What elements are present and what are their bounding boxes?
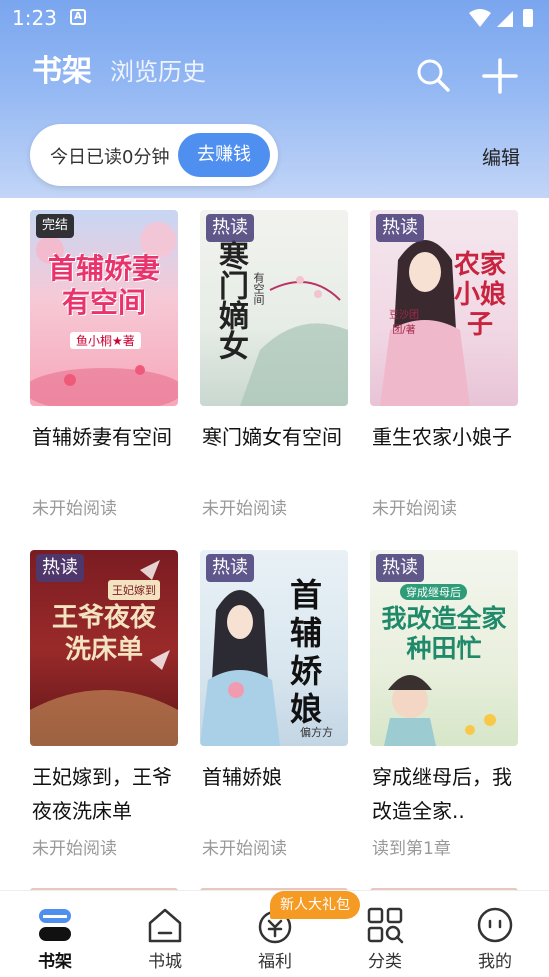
book-title: 重生农家小娘子 [372,425,512,449]
book-cover[interactable]: 首辅娇娘 偏方方 热读 [200,550,348,746]
new-user-gift-badge[interactable]: 新人大礼包 [270,891,360,919]
tab-history[interactable]: 浏览历史 [110,52,206,87]
book-cover[interactable]: 首辅娇妻有空间 鱼小桐★著 完结 [30,210,178,406]
bookshelf-icon [39,909,71,941]
status-badge: 热读 [376,554,424,582]
status-badge: 完结 [36,214,75,238]
reading-status: 读到第1章 [372,839,451,859]
cover-author: 鱼小桐★著 [70,332,141,349]
bookstore-icon [148,908,182,943]
app-notification-icon: A [70,9,86,25]
book-cover[interactable]: 王爷夜夜洗床单 王妃嫁到 热读 [30,550,178,746]
book-cover[interactable]: 农家小娘子 豆沙团团/著 热读 [370,210,518,406]
cover-title: 首辅娇妻有空间 [47,252,160,319]
status-bar: 1:23 A [0,0,549,36]
add-icon[interactable] [480,56,520,96]
status-badge: 热读 [36,554,84,582]
nav-item-bookshelf[interactable]: 书架 [0,891,110,977]
book-title: 穿成继母后，我改造全家.. [372,765,512,823]
reading-status: 未开始阅读 [32,839,117,859]
signal-battery-icon [469,9,533,27]
reading-time-text: 今日已读0分钟 [50,147,170,168]
status-badge: 热读 [376,214,424,242]
nav-label: 书城 [148,952,182,972]
cover-author: 有空间 [252,272,265,305]
status-time: 1:23 [12,6,57,30]
nav-label: 分类 [368,952,402,972]
cover-title: 寒门嫡女 [213,240,248,360]
reading-status: 未开始阅读 [372,499,457,519]
cover-author: 豆沙团团/著 [389,310,419,336]
nav-label: 福利 [258,952,292,972]
reading-status: 未开始阅读 [32,499,117,519]
nav-item-profile[interactable]: 我的 [440,891,549,977]
category-icon [367,907,404,944]
header: 1:23 A 书架 浏览历史 今日已读0分钟 去赚钱 编辑 [0,0,549,198]
cover-title: 王爷夜夜洗床单 [51,603,156,665]
book-title: 王妃嫁到，王爷夜夜洗床单 [32,765,172,823]
cover-title: 农家小娘子 [453,250,506,340]
book-cover[interactable]: 寒门嫡女 有空间 热读 [200,210,348,406]
status-badge: 热读 [206,554,254,582]
book-title: 首辅娇妻有空间 [32,425,172,449]
tab-bookshelf[interactable]: 书架 [32,46,92,90]
cover-author: 穿成继母后 [400,584,467,600]
profile-icon [477,907,513,943]
nav-label: 书架 [38,952,72,972]
cover-title: 首辅娇娘 [289,576,322,728]
nav-item-bookstore[interactable]: 书城 [110,891,220,977]
book-title: 首辅娇娘 [202,765,282,789]
reading-status: 未开始阅读 [202,499,287,519]
earn-money-button[interactable]: 去赚钱 [178,133,270,177]
reading-time-pill: 今日已读0分钟 去赚钱 [30,124,278,186]
book-title: 寒门嫡女有空间 [202,425,342,449]
cover-title: 我改造全家种田忙 [381,604,507,663]
reading-status: 未开始阅读 [202,839,287,859]
search-icon[interactable] [414,56,452,94]
book-cover[interactable]: 穿成继母后 我改造全家种田忙 热读 [370,550,518,746]
nav-label: 我的 [478,952,512,972]
cover-author: 偏方方 [300,726,333,739]
status-badge: 热读 [206,214,254,242]
cover-author: 王妃嫁到 [108,580,160,600]
edit-button[interactable]: 编辑 [482,143,520,170]
